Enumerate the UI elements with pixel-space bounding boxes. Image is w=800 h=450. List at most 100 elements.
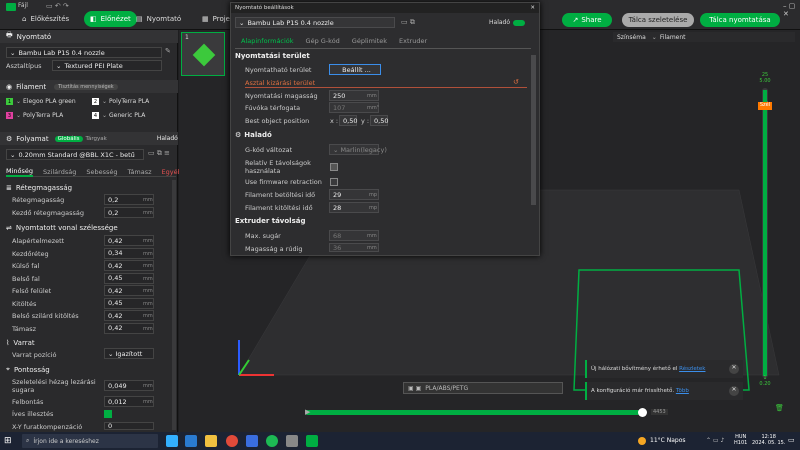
notification-link[interactable]: Részletek bbox=[679, 366, 705, 372]
tab-extruder[interactable]: Extruder bbox=[399, 37, 427, 45]
settings-sidebar: 🖶 Nyomtató ⌄ Bambu Lab P1S 0.4 nozzle ✎ As… bbox=[0, 30, 182, 432]
file-explorer-icon[interactable] bbox=[205, 435, 217, 447]
tab-preview[interactable]: ◧ Előnézet bbox=[84, 11, 137, 27]
reset-icon[interactable]: ↺ bbox=[513, 78, 519, 86]
filament-color-swatch[interactable]: 1 bbox=[6, 98, 13, 105]
plate-type-select[interactable]: ⌄ Textured PEI Plate bbox=[52, 60, 162, 71]
spotify-icon[interactable] bbox=[266, 435, 278, 447]
subtab-support[interactable]: Támasz bbox=[128, 168, 152, 176]
taskbar-search[interactable]: ⌕ Írjon ide a kereséshez bbox=[22, 434, 158, 448]
printer-select[interactable]: ⌄ Bambu Lab P1S 0.4 nozzle bbox=[6, 47, 162, 58]
objects-toggle[interactable]: Tárgyak bbox=[86, 136, 107, 142]
subtab-speed[interactable]: Sebesség bbox=[86, 168, 117, 176]
word-icon[interactable] bbox=[246, 435, 258, 447]
flush-volumes-button[interactable]: Tisztítás mennyiségek bbox=[54, 83, 118, 90]
firmware-retraction-checkbox[interactable] bbox=[330, 178, 338, 186]
windows-start-icon[interactable]: ⊞ bbox=[4, 436, 14, 446]
unit-label: mm bbox=[143, 399, 153, 405]
close-icon[interactable]: ✕ bbox=[530, 5, 535, 11]
move-slider-value: 4453 bbox=[651, 409, 668, 415]
print-plate-button[interactable]: Tálca nyomtatása bbox=[700, 13, 780, 27]
process-profile-select[interactable]: ⌄ 0.20mm Standard @BBL X1C - betű bbox=[6, 149, 144, 160]
tab-prepare[interactable]: ⌂ Előkészítés bbox=[16, 11, 75, 27]
share-button[interactable]: ↗ Share bbox=[562, 13, 612, 27]
filament-item[interactable]: 4 ⌄ Generic PLA bbox=[92, 112, 145, 119]
search-placeholder: Írjon ide a kereséshez bbox=[33, 437, 99, 445]
notification-link[interactable]: Több bbox=[676, 388, 689, 394]
sidebar-scrollbar[interactable] bbox=[172, 180, 176, 430]
close-icon[interactable]: ✕ bbox=[729, 364, 739, 374]
edge-browser-icon[interactable] bbox=[185, 435, 197, 447]
slice-plate-button[interactable]: Tálca szeletelése bbox=[622, 13, 694, 27]
slider-marker[interactable]: Szél bbox=[758, 102, 772, 110]
chevron-down-icon: ⌄ bbox=[16, 98, 22, 105]
global-toggle[interactable]: Globális bbox=[54, 135, 83, 142]
setting-value[interactable]: 0 bbox=[104, 422, 154, 430]
unit-label: mm bbox=[143, 325, 153, 332]
tab-label: Előnézet bbox=[100, 15, 131, 23]
arc-fitting-checkbox[interactable] bbox=[104, 410, 112, 418]
setting-label: X-Y furatkompenzáció bbox=[12, 423, 83, 431]
tray-icons[interactable]: ⌃ ▭ ♪ bbox=[706, 437, 724, 444]
setting-label: Filament betöltési idő bbox=[245, 191, 316, 199]
search-icon: ⌕ bbox=[26, 437, 30, 444]
save-icon[interactable]: ▭ ⧉ bbox=[401, 18, 415, 27]
relative-e-checkbox[interactable] bbox=[330, 163, 338, 171]
notification-config: A konfiguráció már frissíthető. Több ✕ bbox=[585, 382, 743, 400]
bambu-studio-icon[interactable] bbox=[306, 435, 318, 447]
clock[interactable]: 12:18 2024. 05. 15. bbox=[752, 434, 785, 446]
file-menu[interactable]: Fájl bbox=[18, 2, 28, 9]
app-icon[interactable] bbox=[286, 435, 298, 447]
plate-thumbnail[interactable]: 1 bbox=[181, 32, 225, 76]
dialog-scrollbar[interactable] bbox=[531, 55, 536, 205]
unit-label: mm bbox=[367, 93, 377, 99]
move-slider-handle[interactable] bbox=[638, 408, 647, 417]
chevron-down-icon: ⌄ bbox=[102, 112, 108, 119]
tab-machine-limits[interactable]: Géplimitek bbox=[352, 37, 387, 45]
advanced-toggle[interactable] bbox=[513, 19, 526, 26]
subtab-strength[interactable]: Szilárdság bbox=[43, 168, 76, 176]
printer-icon: 🖶 bbox=[6, 31, 13, 39]
project-icon: ▦ bbox=[202, 15, 209, 23]
save-icon[interactable]: ▭ ↶ ↷ bbox=[46, 2, 69, 10]
section-label: Rétegmagasság bbox=[15, 183, 73, 192]
printer-preset-select[interactable]: ⌄ Bambu Lab P1S 0.4 nozzle bbox=[235, 17, 395, 28]
weather-text[interactable]: 11°C Napos bbox=[650, 437, 686, 444]
subtab-quality[interactable]: Minőség bbox=[6, 167, 34, 177]
printable-area-setup-button[interactable]: Beállít ... bbox=[329, 64, 381, 75]
color-scheme-bar[interactable]: Színséma ⌄ Filament bbox=[613, 32, 795, 42]
trash-icon[interactable]: 🗑 bbox=[775, 404, 784, 412]
play-icon[interactable]: ▶ bbox=[305, 408, 310, 416]
filament-item[interactable]: 2 ⌄ PolyTerra PLA bbox=[92, 98, 149, 105]
save-icon[interactable]: ▭ ⧉ ≡ bbox=[148, 149, 170, 158]
seam-position-select[interactable]: ⌄ Igazított bbox=[104, 348, 154, 359]
best-x-input[interactable]: 0,50 bbox=[339, 115, 357, 126]
gcode-flavor-select[interactable]: ⌄ Marlin(legacy) bbox=[329, 144, 387, 155]
chrome-browser-icon[interactable] bbox=[226, 435, 238, 447]
filament-name: Elegoo PLA green bbox=[23, 98, 76, 105]
notification-center-icon[interactable]: ▭ bbox=[788, 436, 795, 444]
best-y-input[interactable]: 0,50 bbox=[370, 115, 388, 126]
filament-color-swatch[interactable]: 4 bbox=[92, 112, 99, 119]
edit-icon[interactable]: ✎ bbox=[165, 47, 171, 55]
setting-label: Alapértelmezett bbox=[12, 237, 65, 245]
weather-icon bbox=[638, 437, 646, 445]
setting-label: Max. sugár bbox=[245, 232, 281, 240]
close-icon[interactable]: ✕ bbox=[729, 386, 739, 396]
section-title: Haladó bbox=[244, 131, 272, 139]
unit-label: mm bbox=[143, 210, 153, 216]
task-view-icon[interactable] bbox=[166, 435, 178, 447]
filament-color-swatch[interactable]: 3 bbox=[6, 112, 13, 119]
tab-device[interactable]: ▤ Nyomtató bbox=[130, 11, 187, 27]
tab-basic-info[interactable]: Alapinformációk bbox=[241, 37, 294, 45]
filament-item[interactable]: 1 ⌄ Elegoo PLA green bbox=[6, 98, 76, 105]
filament-item[interactable]: 3 ⌄ PolyTerra PLA bbox=[6, 112, 63, 119]
tab-machine-gcode[interactable]: Gép G-kód bbox=[306, 37, 340, 45]
unit-label: mm bbox=[143, 250, 153, 257]
filament-color-swatch[interactable]: 2 bbox=[92, 98, 99, 105]
advanced-toggle-group: Haladó bbox=[489, 19, 526, 26]
unit-label: mm bbox=[367, 245, 377, 251]
window-controls[interactable]: – ▢ ✕ bbox=[783, 2, 800, 18]
language-indicator[interactable]: HUN H101 bbox=[734, 434, 747, 446]
plate-value: Textured PEI Plate bbox=[64, 61, 123, 70]
